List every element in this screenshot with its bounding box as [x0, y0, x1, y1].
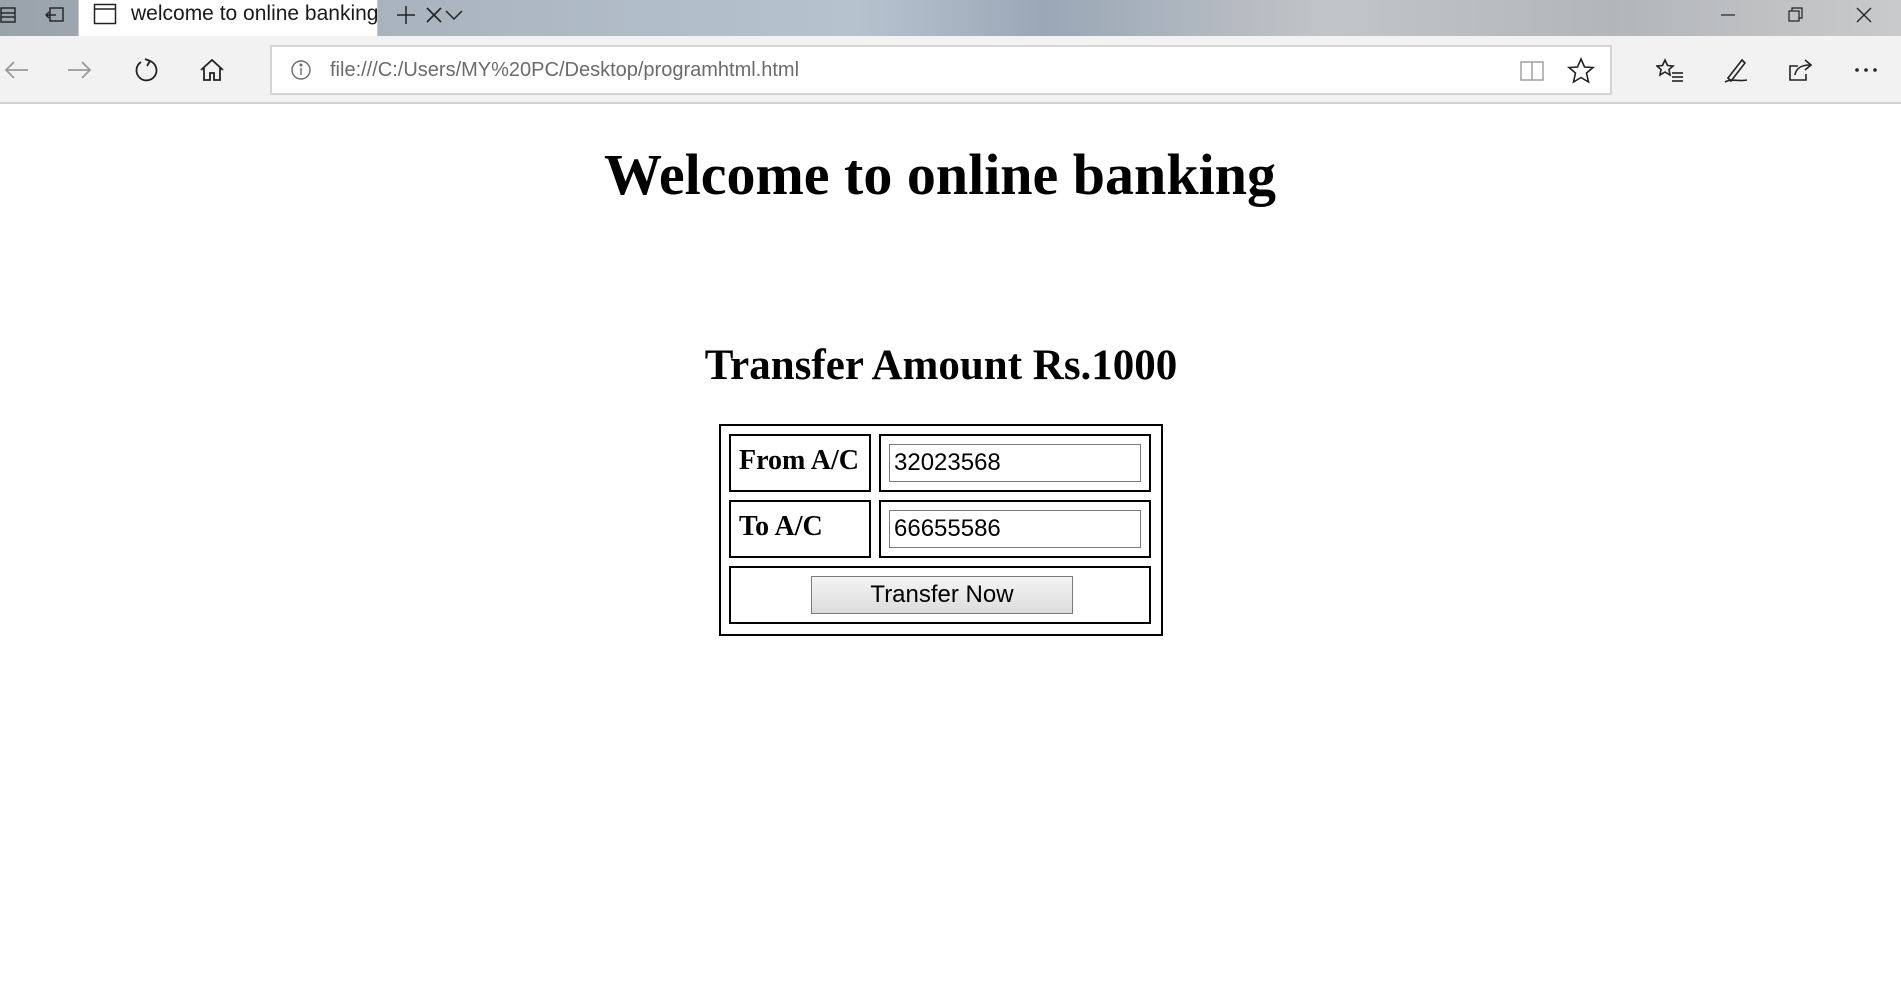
transfer-amount-heading: Transfer Amount Rs.1000 [704, 342, 1178, 389]
to-account-label-cell: To A/C [729, 500, 871, 558]
address-bar[interactable]: file:///C:/Users/MY%20PC/Desktop/program… [270, 45, 1612, 95]
info-icon[interactable] [290, 59, 312, 81]
from-account-label-cell: From A/C [729, 434, 871, 492]
page-favicon-icon [93, 3, 117, 25]
transfer-form-table: From A/C To A/C Transfer Now [719, 424, 1163, 636]
from-account-label: From A/C [739, 445, 860, 476]
page-heading: Welcome to online banking [604, 142, 1276, 207]
address-url[interactable]: file:///C:/Users/MY%20PC/Desktop/program… [330, 47, 799, 93]
active-tab[interactable]: welcome to online banking [78, 0, 442, 36]
tab-strip: welcome to online banking [0, 0, 1901, 36]
to-account-label: To A/C [739, 511, 823, 542]
submit-cell: Transfer Now [729, 566, 1151, 624]
reading-view-icon[interactable] [1518, 57, 1546, 85]
close-window-icon[interactable] [1830, 0, 1898, 30]
tab-preview-icon[interactable] [0, 0, 26, 30]
favorites-list-icon[interactable] [1650, 50, 1690, 90]
tab-title: welcome to online banking [131, 2, 379, 25]
favorite-star-icon[interactable] [1566, 56, 1596, 86]
from-account-input-cell [879, 434, 1151, 492]
to-account-input[interactable] [889, 510, 1141, 548]
web-note-pen-icon[interactable] [1716, 50, 1756, 90]
back-arrow-icon[interactable] [0, 50, 36, 90]
tabs-aside-icon[interactable] [38, 0, 72, 30]
refresh-icon[interactable] [126, 50, 166, 90]
more-dots-icon[interactable] [1846, 50, 1886, 90]
from-account-input[interactable] [889, 444, 1141, 482]
minimize-icon[interactable] [1694, 0, 1762, 30]
home-icon[interactable] [192, 50, 232, 90]
share-icon[interactable] [1780, 50, 1820, 90]
to-account-input-cell [879, 500, 1151, 558]
restore-icon[interactable] [1762, 0, 1830, 30]
tab-list-chevron-icon[interactable] [436, 0, 472, 30]
navigation-bar: file:///C:/Users/MY%20PC/Desktop/program… [0, 36, 1901, 104]
new-tab-icon[interactable] [388, 0, 424, 30]
forward-arrow-icon[interactable] [60, 50, 100, 90]
transfer-now-button[interactable]: Transfer Now [811, 576, 1073, 614]
